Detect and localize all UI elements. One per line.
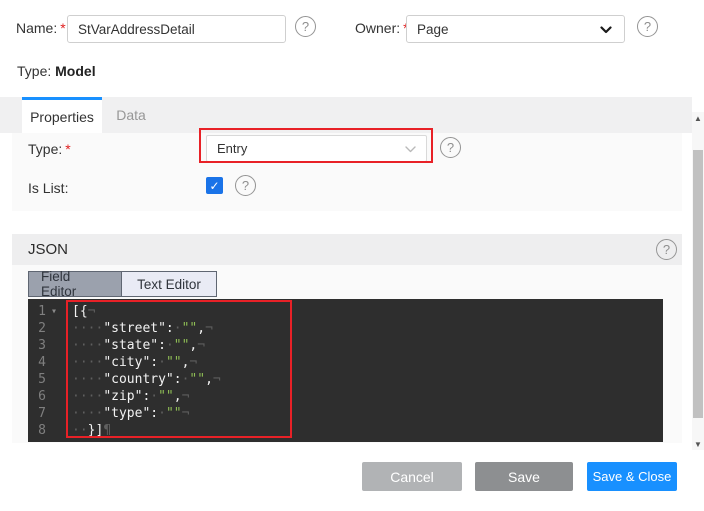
scrollbar-thumb[interactable] [693, 150, 703, 418]
name-label: Name:* [16, 20, 66, 36]
line-number: 3 [28, 337, 72, 354]
fold-arrow-icon[interactable]: ▾ [46, 303, 72, 320]
variable-editor-dialog: Name:* ? Owner:* Page ? Type: Model Prop… [0, 0, 704, 511]
fold-spacer [46, 388, 72, 405]
editor-mode-switch: Field Editor Text Editor [28, 271, 217, 297]
json-section-header: JSON ? [12, 234, 682, 265]
scroll-up-arrow-icon[interactable]: ▲ [692, 112, 704, 124]
type-help-icon[interactable]: ? [440, 137, 461, 158]
editor-code[interactable]: [{¬····"street":·"",¬····"state":·"",¬··… [72, 303, 663, 439]
json-section: JSON ? Field Editor Text Editor 1▾234567… [12, 234, 682, 443]
line-number: 7 [28, 405, 72, 422]
code-line: ····"city":·"",¬ [72, 354, 663, 371]
scroll-down-arrow-icon[interactable]: ▼ [692, 438, 704, 450]
code-line: ····"street":·"",¬ [72, 320, 663, 337]
code-line: ··}]¶ [72, 422, 663, 439]
cancel-button[interactable]: Cancel [362, 462, 462, 491]
line-number: 8 [28, 422, 72, 439]
chevron-down-icon [405, 146, 416, 153]
tab-data[interactable]: Data [102, 97, 160, 133]
json-section-title: JSON [28, 241, 68, 258]
line-number: 5 [28, 371, 72, 388]
required-asterisk: * [65, 141, 70, 157]
owner-select[interactable]: Page [406, 15, 625, 43]
variable-type-value: Model [55, 63, 95, 79]
owner-help-icon[interactable]: ? [637, 16, 658, 37]
vertical-scrollbar[interactable]: ▲ ▼ [692, 112, 704, 450]
save-button[interactable]: Save [475, 462, 573, 491]
fold-spacer [46, 320, 72, 337]
chevron-down-icon [600, 26, 612, 34]
fold-spacer [46, 354, 72, 371]
line-number: 2 [28, 320, 72, 337]
is-list-help-icon[interactable]: ? [235, 175, 256, 196]
name-input[interactable] [67, 15, 286, 43]
code-line: ····"zip":·"",¬ [72, 388, 663, 405]
fold-spacer [46, 337, 72, 354]
code-line: ····"country":·"",¬ [72, 371, 663, 388]
code-line: ····"state":·"",¬ [72, 337, 663, 354]
editor-gutter: 1▾2345678 [28, 303, 72, 439]
fold-spacer [46, 371, 72, 388]
code-line: [{¬ [72, 303, 663, 320]
tab-strip: Properties Data [0, 97, 692, 133]
line-number: 6 [28, 388, 72, 405]
fold-spacer [46, 422, 72, 439]
type-dropdown[interactable]: Entry [206, 135, 427, 162]
name-help-icon[interactable]: ? [295, 16, 316, 37]
json-code-editor[interactable]: 1▾2345678 [{¬····"street":·"",¬····"stat… [28, 299, 663, 442]
save-and-close-button[interactable]: Save & Close [587, 462, 677, 491]
tab-properties[interactable]: Properties [22, 97, 102, 133]
code-line: ····"type":·""¬ [72, 405, 663, 422]
type-selected-value: Entry [217, 141, 247, 156]
text-editor-button[interactable]: Text Editor [122, 272, 216, 296]
required-asterisk: * [60, 20, 65, 36]
type-field-label: Type:* [28, 141, 71, 157]
is-list-label: Is List: [28, 180, 68, 196]
field-editor-button[interactable]: Field Editor [29, 272, 122, 296]
line-number: 1▾ [28, 303, 72, 320]
line-number: 4 [28, 354, 72, 371]
owner-selected-value: Page [417, 22, 449, 37]
variable-type-text: Type: Model [17, 63, 96, 79]
properties-panel: Type:* Entry ? Is List: ✓ ? [12, 133, 682, 211]
json-help-icon[interactable]: ? [656, 239, 677, 260]
owner-label: Owner:* [355, 20, 409, 36]
is-list-checkbox[interactable]: ✓ [206, 177, 223, 194]
fold-spacer [46, 405, 72, 422]
